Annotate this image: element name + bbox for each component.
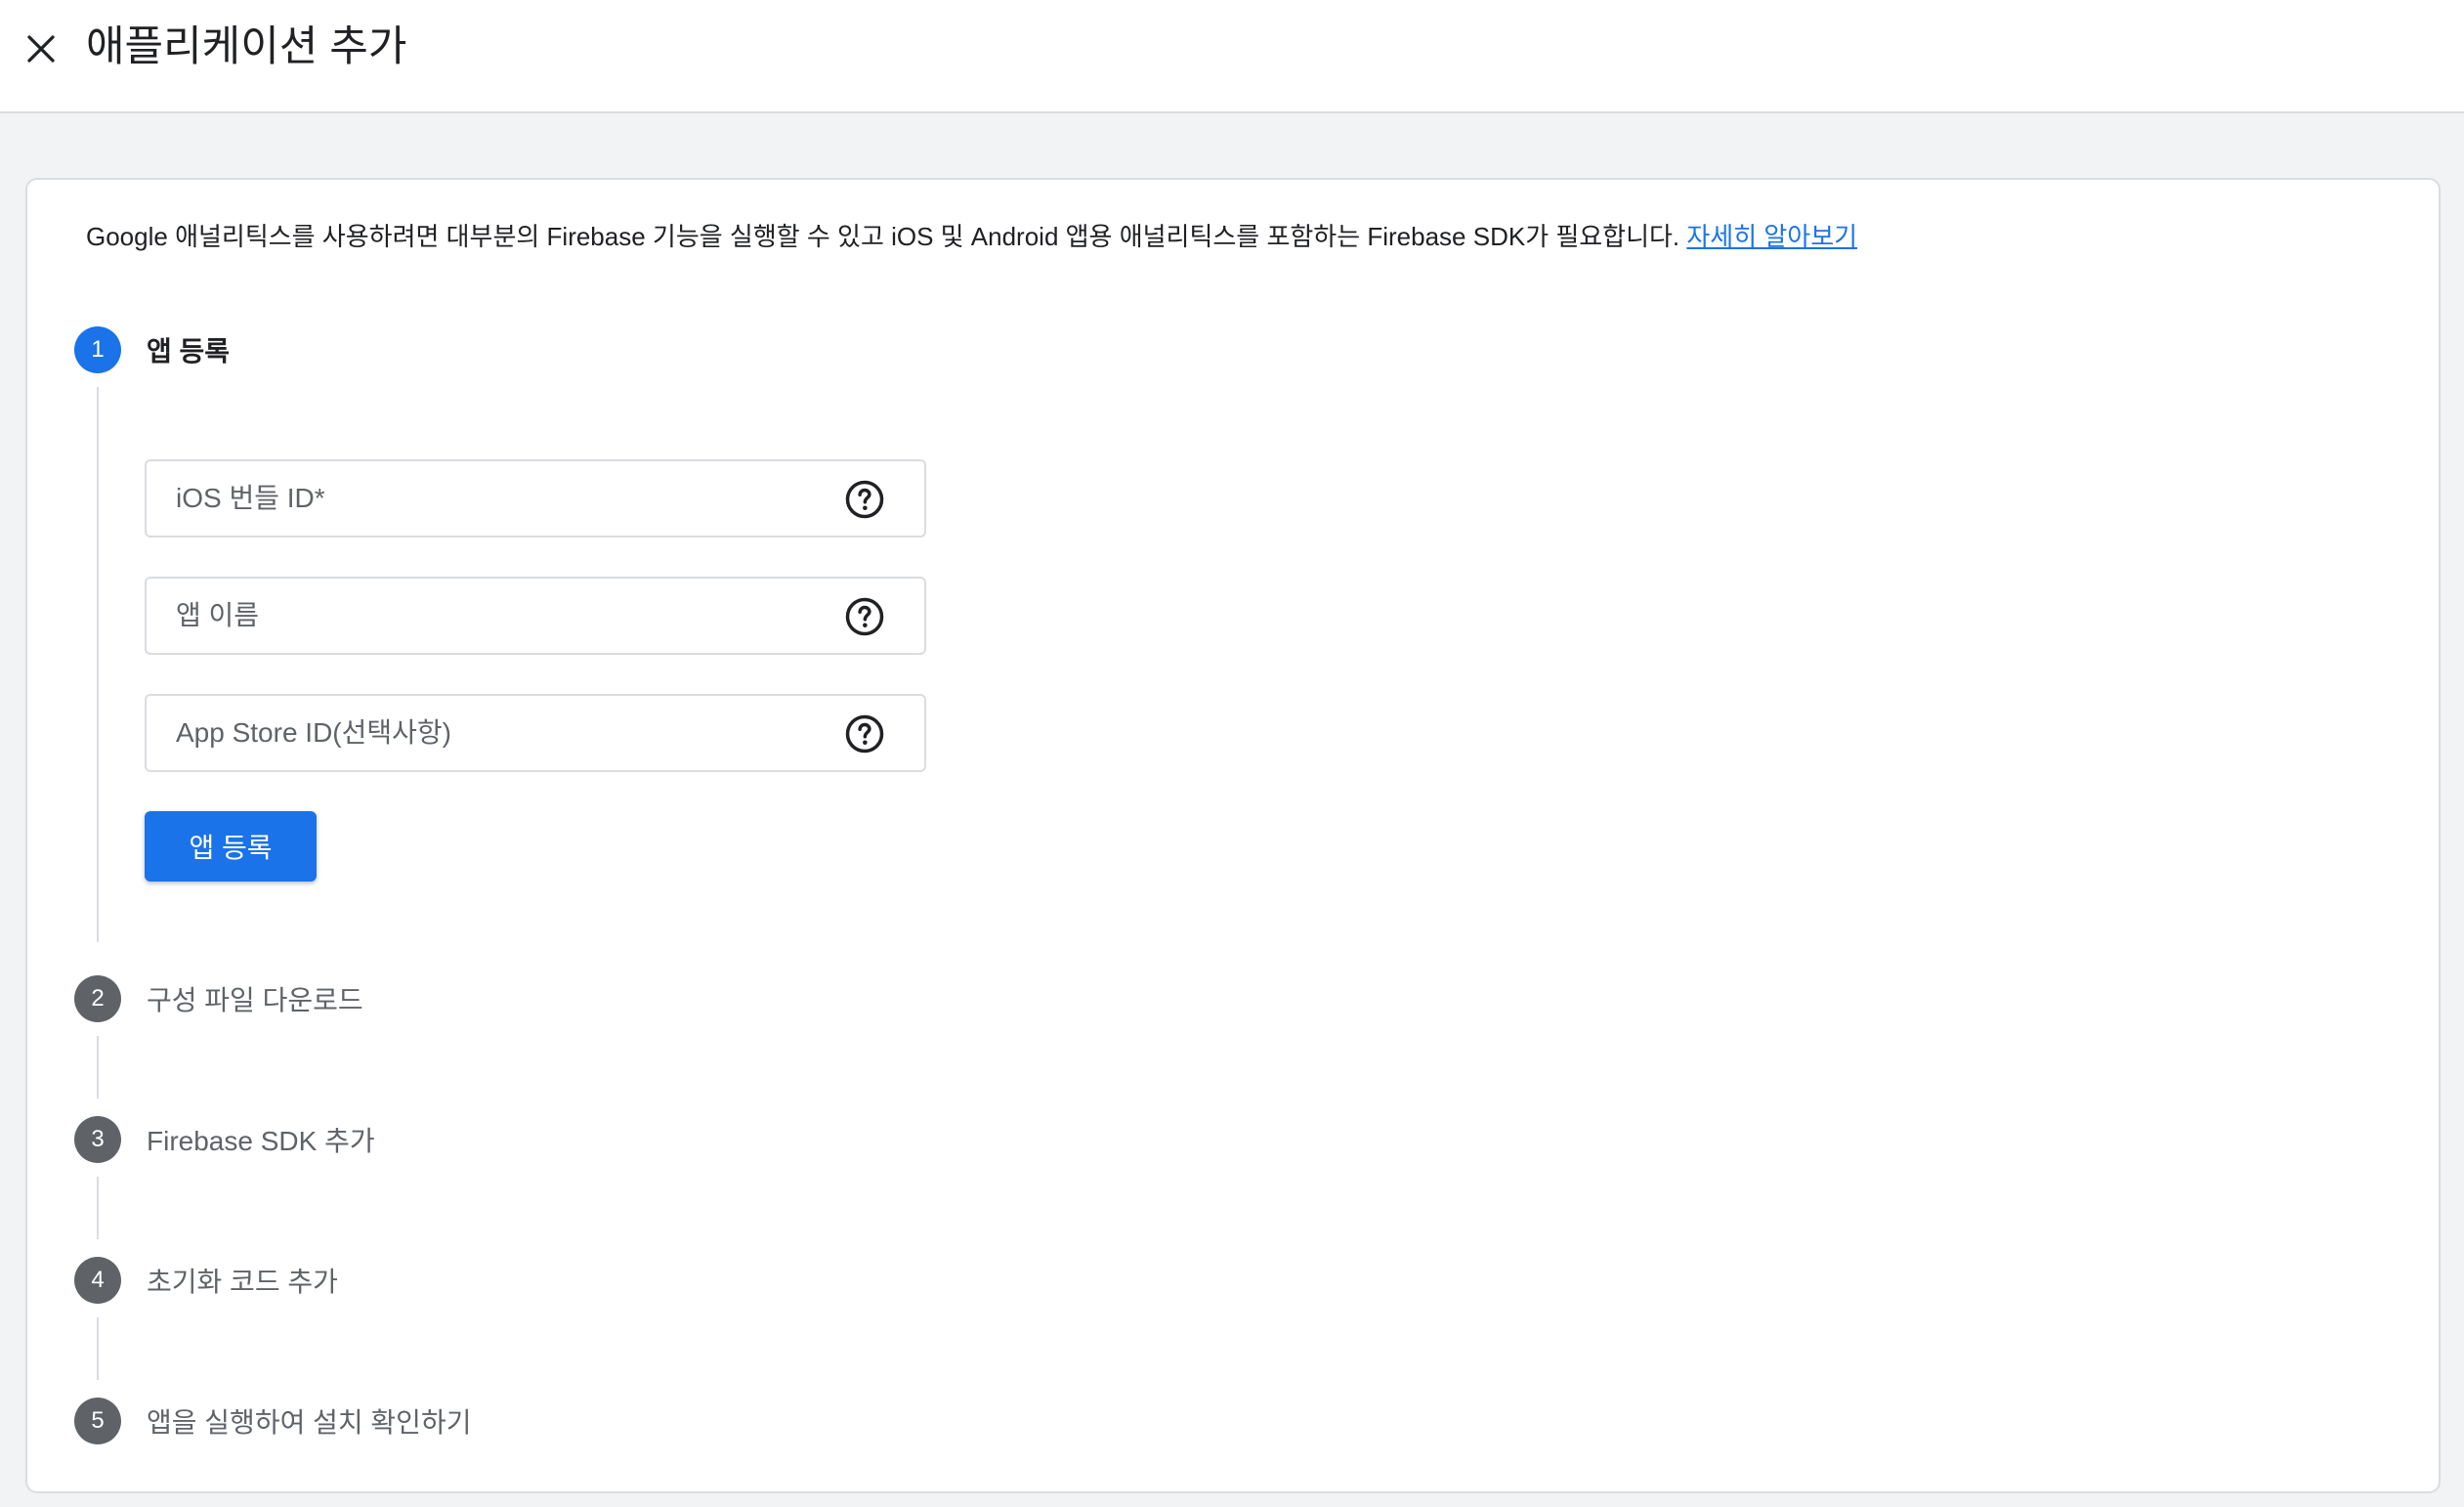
register-app-button[interactable]: 앱 등록 xyxy=(145,811,317,882)
app-store-id-label: App Store ID(선택사항) xyxy=(176,717,451,748)
ios-bundle-id-input[interactable]: iOS 번들 ID* xyxy=(145,459,926,538)
step-connector xyxy=(97,1317,99,1380)
step-2[interactable]: 2 구성 파일 다운로드 xyxy=(74,975,363,1022)
close-icon[interactable] xyxy=(23,31,59,66)
step-5-label: 앱을 실행하여 설치 확인하기 xyxy=(147,1407,472,1438)
step-2-number: 2 xyxy=(74,975,121,1022)
add-app-card: Google 애널리틱스를 사용하려면 대부분의 Firebase 기능을 실행… xyxy=(25,178,2441,1493)
step-2-label: 구성 파일 다운로드 xyxy=(147,985,363,1015)
step-connector xyxy=(97,1177,99,1239)
step-1: 1 앱 등록 xyxy=(74,326,230,373)
step-4[interactable]: 4 초기화 코드 추가 xyxy=(74,1257,338,1304)
page-title: 애플리케이션 추가 xyxy=(86,23,407,70)
step-connector xyxy=(97,387,99,942)
step-4-number: 4 xyxy=(74,1257,121,1304)
intro-text: Google 애널리틱스를 사용하려면 대부분의 Firebase 기능을 실행… xyxy=(86,217,1857,256)
step-3[interactable]: 3 Firebase SDK 추가 xyxy=(74,1116,375,1163)
ios-bundle-id-label: iOS 번들 ID* xyxy=(176,483,325,513)
help-circle-icon[interactable] xyxy=(844,596,885,637)
step-5[interactable]: 5 앱을 실행하여 설치 확인하기 xyxy=(74,1398,471,1444)
app-store-id-input[interactable]: App Store ID(선택사항) xyxy=(145,694,926,772)
close-button[interactable] xyxy=(14,22,68,76)
step-1-number: 1 xyxy=(74,326,121,373)
step-5-number: 5 xyxy=(74,1398,121,1444)
step-1-label: 앱 등록 xyxy=(147,336,231,366)
step-3-number: 3 xyxy=(74,1116,121,1163)
app-name-input[interactable]: 앱 이름 xyxy=(145,577,926,655)
learn-more-link[interactable]: 자세히 알아보기 xyxy=(1686,222,1857,251)
step-4-label: 초기화 코드 추가 xyxy=(147,1267,338,1297)
step-connector xyxy=(97,1036,99,1098)
top-bar: 애플리케이션 추가 xyxy=(0,0,2464,113)
app-name-label: 앱 이름 xyxy=(176,600,260,630)
intro-description: Google 애널리틱스를 사용하려면 대부분의 Firebase 기능을 실행… xyxy=(86,222,1687,251)
help-circle-icon[interactable] xyxy=(844,479,885,520)
step-3-label: Firebase SDK 추가 xyxy=(147,1126,375,1156)
help-circle-icon[interactable] xyxy=(844,713,885,754)
